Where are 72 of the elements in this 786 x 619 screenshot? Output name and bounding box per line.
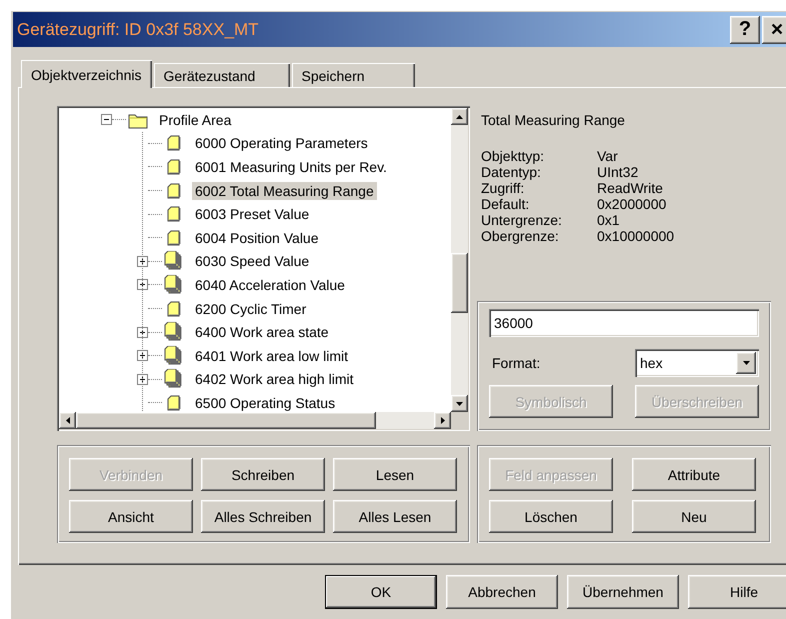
vertical-scrollbar[interactable] (451, 108, 468, 412)
tree-item[interactable]: 6401 Work area low limit (192, 346, 352, 365)
tab[interactable]: Gerätezustand (154, 63, 290, 87)
tree-item[interactable]: Profile Area (156, 110, 234, 129)
property-label: Obergrenze: (481, 228, 560, 244)
tree-item[interactable]: 6000 Operating Parameters (192, 134, 371, 152)
dialog-button[interactable]: OK (325, 575, 437, 609)
scrollbar-corner (451, 412, 468, 429)
stacked-documents-icon (164, 322, 184, 342)
tab[interactable]: Objektverzeichnis (21, 60, 152, 88)
tab[interactable]: Speichern (292, 63, 414, 87)
property-label: Datentyp: (481, 164, 542, 180)
action-button[interactable]: Ansicht (69, 500, 193, 533)
expand-icon[interactable] (137, 256, 148, 267)
expand-icon[interactable] (137, 350, 148, 362)
scrollbar-thumb[interactable] (451, 253, 468, 313)
tree-item[interactable]: 6400 Work area state (192, 323, 332, 342)
property-value: 0x10000000 (597, 228, 676, 244)
action-button[interactable]: Löschen (489, 500, 613, 533)
tree-item[interactable]: 6003 Preset Value (192, 205, 312, 224)
scroll-left-button[interactable] (59, 412, 76, 429)
tree-item[interactable]: 6200 Cyclic Timer (192, 300, 310, 318)
tree-item[interactable]: 6500 Operating Status (192, 394, 338, 412)
expand-icon[interactable] (137, 326, 148, 338)
scroll-up-button[interactable] (451, 108, 468, 125)
up-arrow-icon (455, 114, 464, 120)
property-label: Objekttyp: (481, 148, 546, 164)
value-field[interactable]: 36000 (489, 309, 759, 337)
property-label: Default: (481, 196, 530, 212)
property-value: UInt32 (597, 164, 640, 180)
tree-item[interactable]: 6001 Measuring Units per Rev. (192, 158, 390, 176)
down-arrow-icon (455, 400, 464, 406)
property-label: Untergrenze: (481, 212, 563, 228)
action-button[interactable]: Alles Lesen (333, 500, 457, 533)
action-button[interactable]: Lesen (333, 458, 457, 491)
collapse-icon[interactable] (101, 114, 112, 126)
horizontal-scrollbar[interactable] (59, 412, 451, 429)
stacked-documents-icon (164, 251, 184, 272)
action-button[interactable]: Schreiben (201, 458, 325, 491)
property-value: ReadWrite (597, 180, 664, 196)
stacked-documents-icon (164, 369, 184, 390)
expand-icon[interactable] (137, 279, 148, 290)
stacked-documents-icon (164, 346, 184, 366)
property-label: Zugriff: (481, 180, 526, 196)
scrollbar-thumb[interactable] (76, 412, 376, 429)
property-value: Var (597, 148, 619, 164)
action-button[interactable]: Alles Schreiben (201, 500, 325, 533)
tree-item[interactable]: 6040 Acceleration Value (192, 276, 348, 294)
property-value: 0x1 (597, 212, 621, 228)
tree-item[interactable]: 6402 Work area high limit (192, 370, 356, 388)
scroll-right-button[interactable] (434, 412, 451, 429)
dialog-button[interactable]: Hilfe (688, 575, 786, 609)
close-button[interactable]: × (762, 16, 786, 44)
action-button[interactable]: Neu (632, 500, 756, 533)
property-value: 0x2000000 (597, 196, 668, 212)
dialog-button[interactable]: Übernehmen (567, 575, 679, 609)
right-arrow-icon (440, 416, 446, 425)
tree-item[interactable]: 6002 Total Measuring Range (192, 182, 377, 200)
window-title: Gerätezugriff: ID 0x3f 58XX_MT (17, 20, 260, 40)
down-arrow-icon (742, 360, 750, 366)
tree-item[interactable]: 6030 Speed Value (192, 252, 312, 270)
format-label: Format: (491, 355, 540, 371)
dialog-button[interactable]: Abbrechen (446, 575, 558, 609)
tree-item[interactable]: 6004 Position Value (192, 228, 322, 247)
expand-icon[interactable] (137, 374, 148, 385)
action-button[interactable]: Attribute (632, 458, 756, 491)
help-button[interactable]: ? (730, 16, 760, 44)
scroll-down-button[interactable] (451, 395, 468, 412)
object-title: Total Measuring Range (481, 112, 626, 128)
format-dropdown[interactable]: hex (635, 349, 759, 377)
stacked-documents-icon (164, 274, 184, 295)
left-arrow-icon (64, 416, 70, 425)
